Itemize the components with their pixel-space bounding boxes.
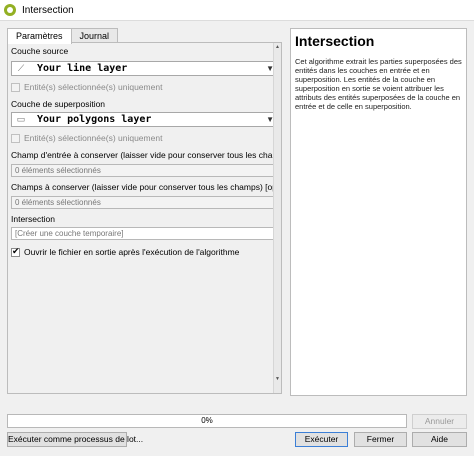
vertical-scrollbar[interactable]: ▲ ▼ (273, 43, 281, 393)
window-title: Intersection (22, 4, 74, 16)
tab-parametres[interactable]: Paramètres (7, 28, 72, 44)
help-title: Intersection (295, 33, 375, 49)
scroll-down-arrow-icon[interactable]: ▼ (274, 375, 281, 383)
parameters-panel: Couche source ⟋ Your line layer ▼ Entité… (7, 42, 282, 394)
qgis-logo-icon (4, 4, 16, 16)
parameters-scroll-area: Couche source ⟋ Your line layer ▼ Entité… (8, 43, 281, 393)
help-panel: Intersection Cet algorithme extrait les … (290, 28, 467, 396)
help-text: Cet algorithme extrait les parties super… (295, 57, 462, 111)
overlay-selected-only-checkbox[interactable] (11, 133, 20, 143)
run-button[interactable]: Exécuter (295, 432, 348, 447)
input-selected-only-checkbox[interactable] (11, 82, 20, 92)
window-titlebar: Intersection (0, 0, 474, 21)
input-selected-only-label: Entité(s) sélectionnée(s) uniquement (24, 82, 163, 92)
input-fields-label: Champ d'entrée à conserver (laisser vide… (11, 150, 273, 160)
overlay-selected-only-row[interactable]: Entité(s) sélectionnée(s) uniquement (11, 133, 162, 143)
output-label: Intersection (11, 214, 55, 224)
overlay-fields-selector[interactable]: 0 éléments sélectionnés (11, 196, 279, 209)
output-destination-input[interactable]: [Créer une couche temporaire] (11, 227, 279, 240)
input-fields-selector[interactable]: 0 éléments sélectionnés (11, 164, 279, 177)
cancel-button[interactable]: Annuler (412, 414, 467, 429)
batch-process-button[interactable]: Exécuter comme processus de lot... (7, 432, 143, 447)
input-layer-combo[interactable]: ⟋ Your line layer ▼ (11, 61, 279, 76)
open-output-label: Ouvrir le fichier en sortie après l'exéc… (24, 247, 240, 257)
progress-bar: 0% (7, 414, 407, 428)
input-selected-only-row[interactable]: Entité(s) sélectionnée(s) uniquement (11, 82, 162, 92)
overlay-selected-only-label: Entité(s) sélectionnée(s) uniquement (24, 133, 163, 143)
polygon-layer-icon: ▭ (16, 114, 26, 124)
tab-journal[interactable]: Journal (70, 28, 119, 43)
help-button[interactable]: Aide (412, 432, 467, 447)
input-layer-value: Your line layer (37, 63, 128, 74)
open-output-row[interactable]: Ouvrir le fichier en sortie après l'exéc… (11, 246, 240, 257)
scroll-up-arrow-icon[interactable]: ▲ (274, 43, 281, 51)
overlay-layer-value: Your polygons layer (37, 114, 152, 125)
input-layer-label: Couche source (11, 46, 69, 56)
overlay-layer-label: Couche de superposition (11, 99, 106, 109)
overlay-fields-label: Champs à conserver (laisser vide pour co… (11, 182, 273, 192)
close-button[interactable]: Fermer (354, 432, 407, 447)
overlay-layer-combo[interactable]: ▭ Your polygons layer ▼ (11, 112, 279, 127)
open-output-checkbox[interactable] (11, 246, 20, 257)
line-layer-icon: ⟋ (17, 63, 25, 73)
